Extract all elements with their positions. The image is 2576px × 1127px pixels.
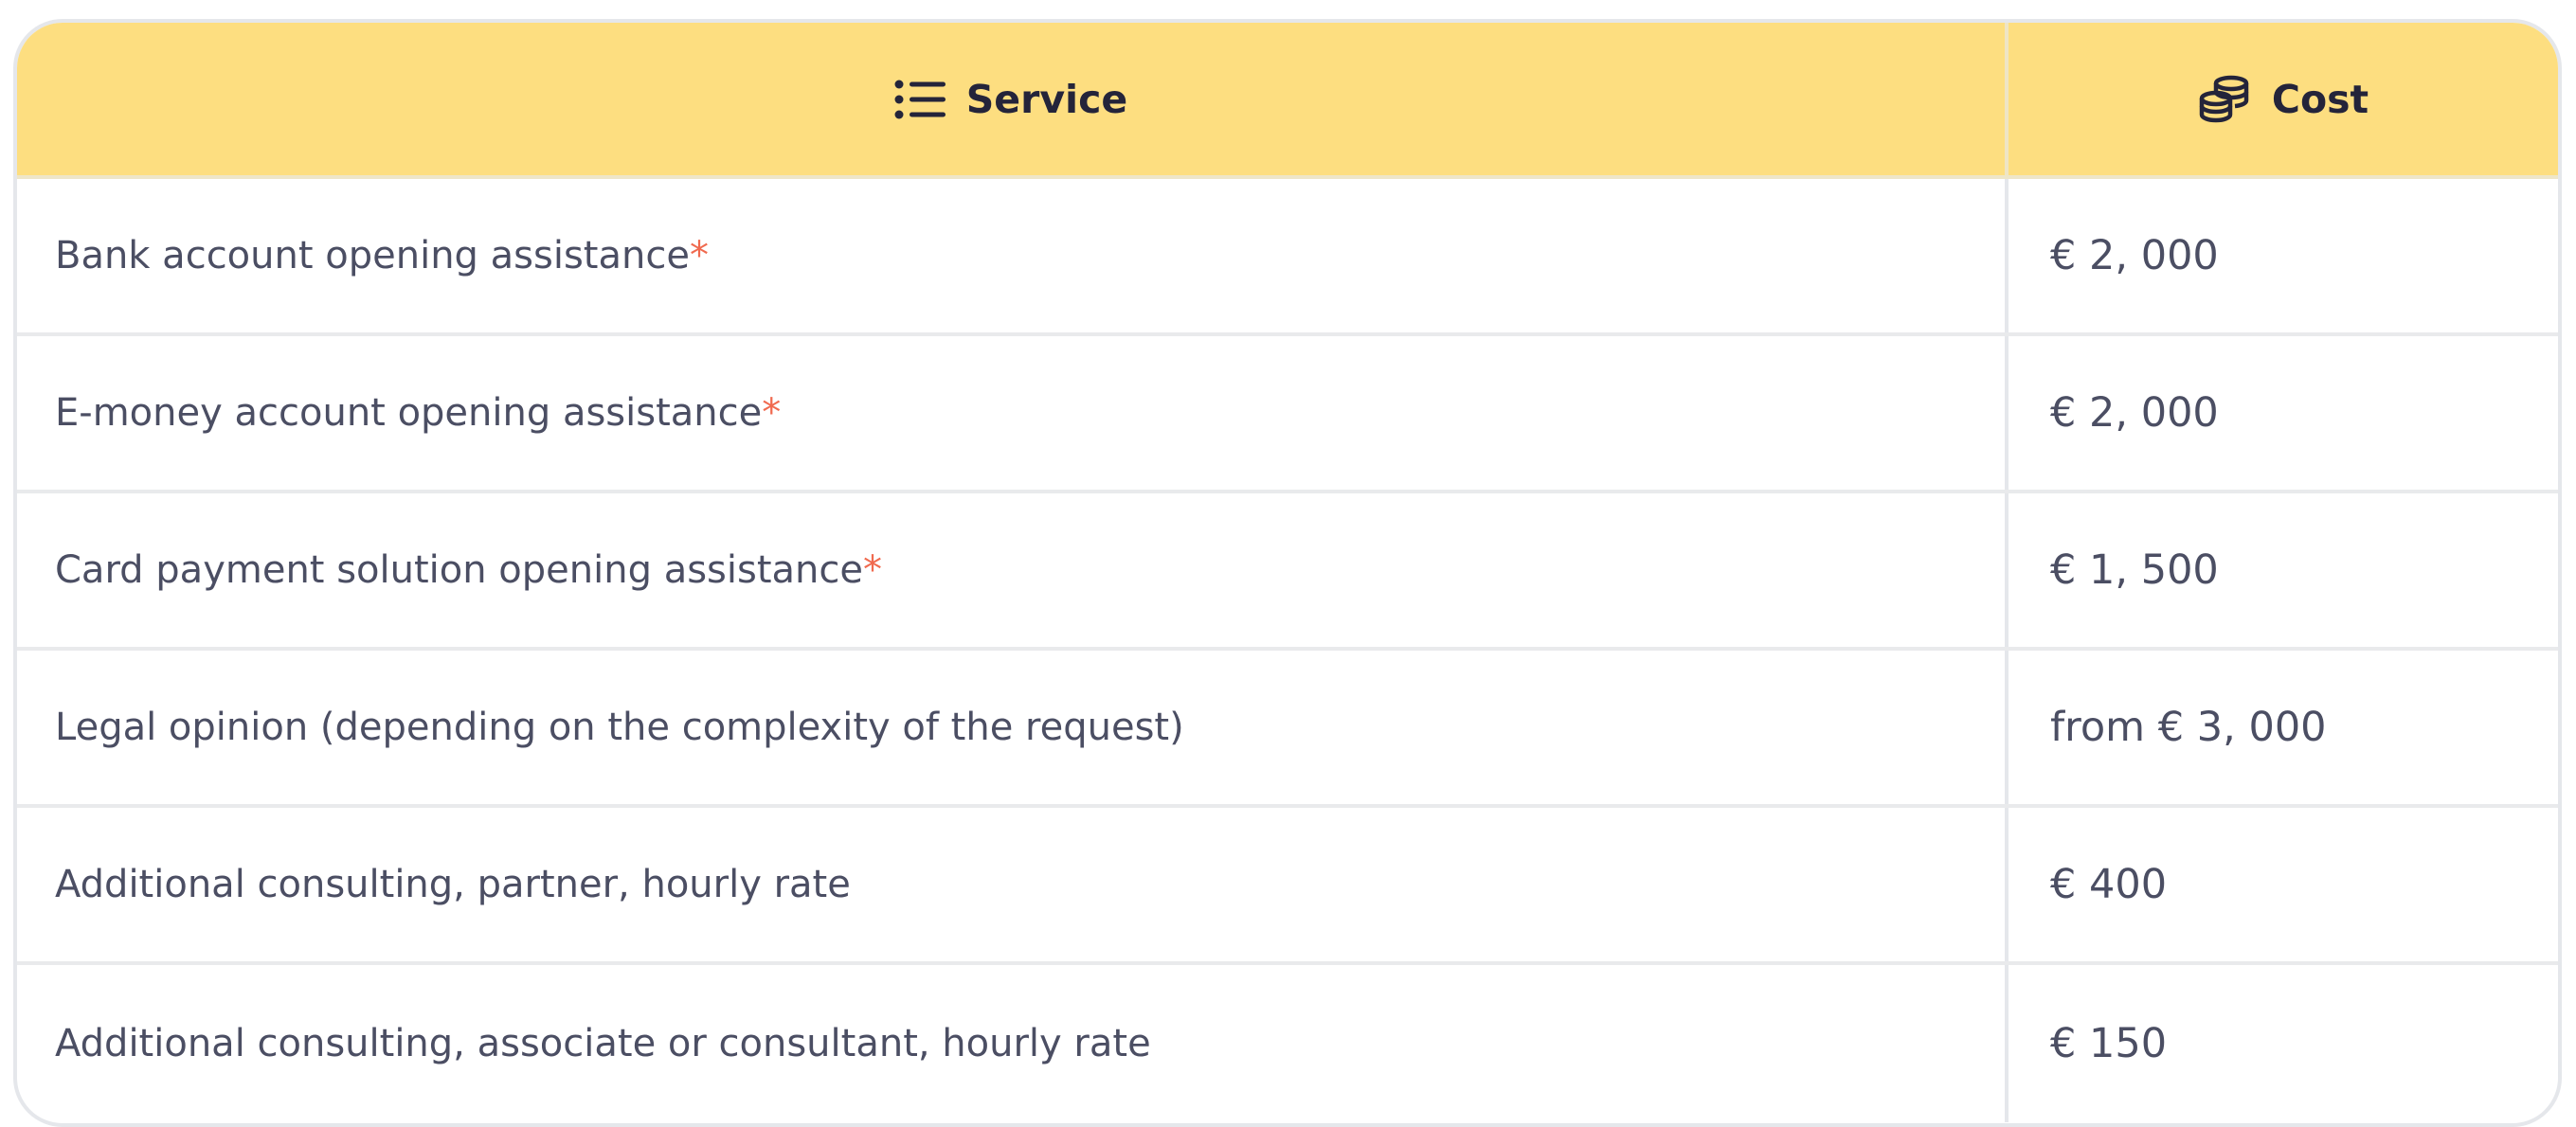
- service-name: Additional consulting, partner, hourly r…: [55, 863, 851, 906]
- table-header: Service Cost: [17, 23, 2558, 179]
- header-service-cell: Service: [17, 23, 2009, 175]
- service-name: Card payment solution opening assistance: [55, 548, 863, 592]
- cost-value: € 2, 000: [2050, 232, 2219, 279]
- cost-value: € 150: [2050, 1020, 2168, 1067]
- required-asterisk: *: [689, 234, 709, 277]
- cost-cell: € 2, 000: [2009, 179, 2558, 332]
- services-table: Service Cost Bank account opening assist…: [13, 19, 2562, 1127]
- table-row: E-money account opening assistance * € 2,…: [17, 336, 2558, 493]
- table-row: Additional consulting, partner, hourly r…: [17, 808, 2558, 965]
- service-name: E-money account opening assistance: [55, 391, 763, 435]
- cost-cell: € 2, 000: [2009, 336, 2558, 490]
- service-cell: Legal opinion (depending on the complexi…: [17, 651, 2009, 804]
- service-cell: Additional consulting, associate or cons…: [17, 965, 2009, 1122]
- cost-value: € 1, 500: [2050, 546, 2219, 594]
- required-asterisk: *: [863, 548, 882, 592]
- service-cell: Bank account opening assistance *: [17, 179, 2009, 332]
- coins-icon: [2198, 75, 2251, 124]
- cost-cell: € 1, 500: [2009, 493, 2558, 647]
- table-row: Additional consulting, associate or cons…: [17, 965, 2558, 1122]
- service-name: Bank account opening assistance: [55, 234, 690, 277]
- table-row: Card payment solution opening assistance…: [17, 493, 2558, 651]
- table-row: Legal opinion (depending on the complexi…: [17, 651, 2558, 808]
- cost-cell: from € 3, 000: [2009, 651, 2558, 804]
- header-cost-cell: Cost: [2009, 23, 2558, 175]
- service-cell: Additional consulting, partner, hourly r…: [17, 808, 2009, 961]
- service-cell: E-money account opening assistance *: [17, 336, 2009, 490]
- cost-value: € 400: [2050, 861, 2168, 908]
- required-asterisk: *: [762, 391, 782, 435]
- list-icon: [894, 80, 946, 119]
- cost-cell: € 400: [2009, 808, 2558, 961]
- cost-value: € 2, 000: [2050, 389, 2219, 437]
- cost-value: from € 3, 000: [2050, 704, 2327, 751]
- header-cost-label: Cost: [2271, 76, 2369, 122]
- header-service-label: Service: [965, 76, 1128, 122]
- service-cell: Card payment solution opening assistance…: [17, 493, 2009, 647]
- service-name: Additional consulting, associate or cons…: [55, 1022, 1151, 1065]
- table-row: Bank account opening assistance * € 2, 00…: [17, 179, 2558, 336]
- service-name: Legal opinion (depending on the complexi…: [55, 706, 1184, 749]
- cost-cell: € 150: [2009, 965, 2558, 1122]
